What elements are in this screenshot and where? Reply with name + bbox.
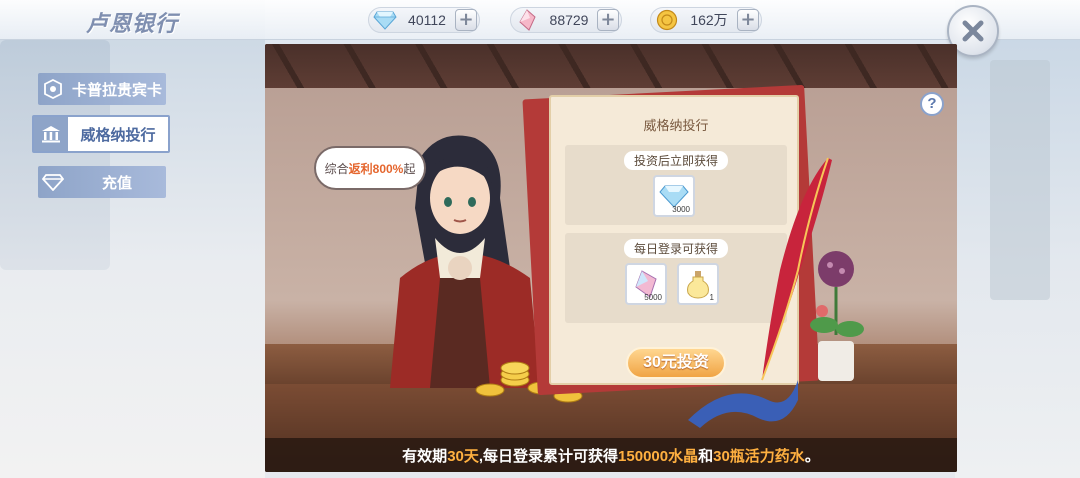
description-highlight: 30瓶活力药水: [713, 447, 805, 465]
sidebar-item-label: 卡普拉贵宾卡: [71, 81, 162, 99]
help-button[interactable]: ?: [920, 92, 944, 116]
coin-icon: [653, 8, 681, 32]
top-bar: 卢恩银行 40112 + 88729 + 162万 +: [0, 0, 1080, 40]
diamond-icon: [371, 8, 399, 32]
daily-reward-label: 每日登录可获得: [623, 239, 729, 258]
reward-diamond[interactable]: 3000: [653, 175, 695, 217]
add-coin-button[interactable]: +: [737, 9, 759, 31]
reward-qty: 5000: [644, 293, 662, 302]
diamond-icon: [38, 167, 68, 197]
instant-reward-label: 投资后立即获得: [623, 151, 729, 170]
description-highlight: 30天: [447, 447, 479, 465]
page-title: 卢恩银行: [86, 11, 179, 36]
potion-icon: [687, 271, 709, 299]
ribbon-decoration: [688, 380, 798, 428]
card-title: 威格纳投行: [643, 118, 709, 133]
bubble-text: 综合: [324, 161, 349, 176]
close-icon: [962, 20, 984, 42]
investment-description: 有效期 30天 ,每日登录累计可获得 150000水晶和 30瓶活力药水。: [265, 438, 957, 472]
plant-decoration: [810, 251, 864, 381]
add-diamond-button[interactable]: +: [455, 9, 477, 31]
bubble-text: 起: [403, 161, 416, 176]
description-text: ,每日登录累计可获得: [478, 447, 619, 465]
bank-icon: [34, 117, 68, 151]
card-icon: [38, 74, 68, 104]
sidebar-item-wigner-bank[interactable]: 威格纳投行: [32, 115, 170, 153]
background-left: [0, 0, 265, 478]
description-text: 和: [698, 447, 714, 465]
description-highlight: 150000水晶: [618, 447, 699, 465]
coin-count: 162万: [690, 12, 728, 28]
reward-qty: 3000: [672, 205, 690, 214]
crystal-icon: [513, 8, 541, 32]
diamond-currency: 40112 +: [368, 7, 480, 33]
crystal-currency: 88729 +: [510, 7, 622, 33]
speech-bubble: 综合 返利800% 起: [314, 146, 426, 190]
description-text: 有效期: [402, 447, 448, 465]
bubble-highlight: 返利800%: [348, 161, 404, 176]
diamond-count: 40112: [408, 12, 446, 28]
coin-currency: 162万 +: [650, 7, 762, 33]
sidebar-item-label: 充值: [101, 174, 132, 192]
sidebar-item-recharge[interactable]: 充值: [38, 166, 166, 198]
add-crystal-button[interactable]: +: [597, 9, 619, 31]
sidebar-item-label: 威格纳投行: [80, 126, 156, 144]
description-text: 。: [804, 447, 820, 465]
sidebar-item-vip-card[interactable]: 卡普拉贵宾卡: [38, 73, 166, 105]
reward-qty: 1: [709, 293, 714, 302]
reward-potion[interactable]: 1: [677, 263, 719, 305]
ceiling-beams: [265, 44, 957, 88]
reward-crystal[interactable]: 5000: [625, 263, 667, 305]
crystal-count: 88729: [549, 12, 589, 28]
background-right: [955, 0, 1080, 478]
